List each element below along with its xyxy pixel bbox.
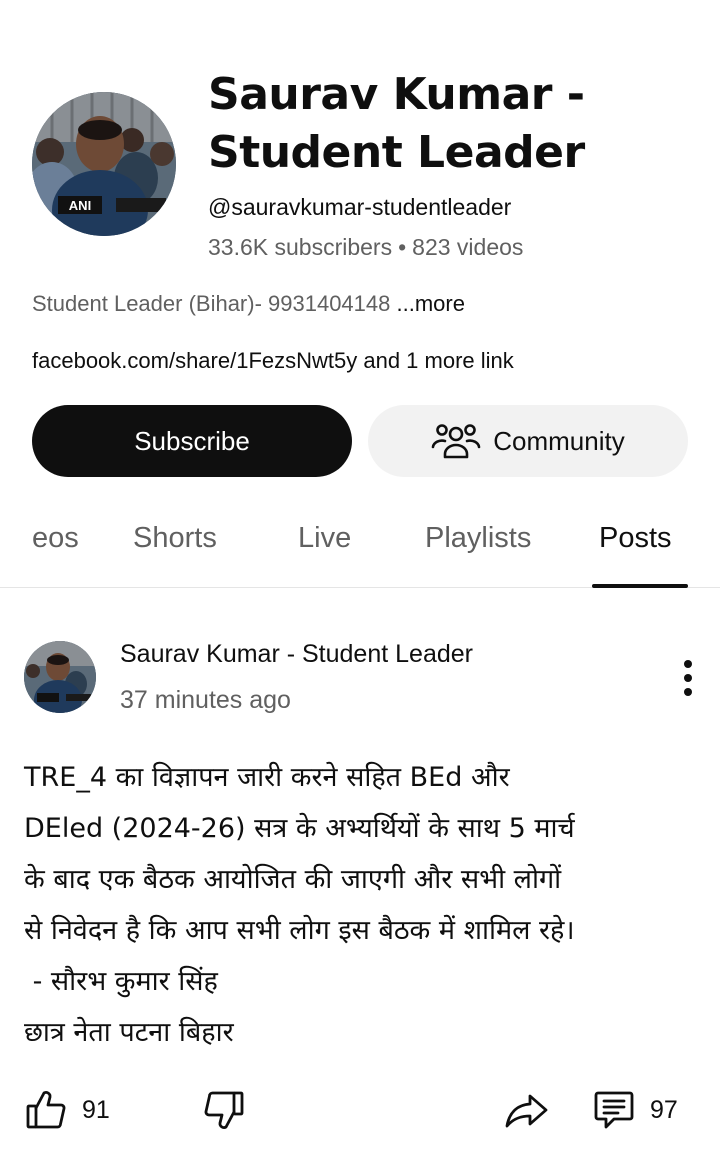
more-vertical-icon[interactable]	[670, 656, 706, 700]
active-tab-indicator	[592, 584, 688, 588]
description-more-link[interactable]: ...more	[396, 291, 464, 316]
community-label: Community	[493, 425, 625, 456]
tab-playlists[interactable]: Playlists	[425, 522, 531, 555]
like-count: 91	[82, 1095, 110, 1124]
comment-icon	[594, 1091, 634, 1129]
dislike-button[interactable]	[202, 1088, 246, 1132]
subscriber-count: 33.6K subscribers	[208, 234, 393, 260]
video-count: 823 videos	[412, 234, 524, 260]
community-button[interactable]: Community	[368, 405, 688, 477]
channel-stats: 33.6K subscribers • 823 videos	[208, 234, 523, 261]
avatar-photo	[24, 641, 96, 713]
post-timestamp: 37 minutes ago	[120, 686, 291, 714]
description-text: Student Leader (Bihar)- 9931404148	[32, 291, 397, 316]
channel-description[interactable]: Student Leader (Bihar)- 9931404148 ...mo…	[32, 291, 465, 317]
post-author-name[interactable]: Saurav Kumar - Student Leader	[120, 640, 473, 669]
channel-title-line2: Student Leader	[208, 127, 585, 178]
subscribe-button[interactable]: Subscribe	[32, 405, 352, 477]
post-author-avatar[interactable]	[24, 641, 96, 713]
channel-avatar[interactable]: ANI	[32, 92, 176, 236]
avatar-photo: ANI	[32, 92, 176, 236]
community-icon	[431, 424, 481, 459]
channel-title-line1: Saurav Kumar -	[208, 69, 585, 120]
channel-tabs: eos Shorts Live Playlists Posts	[0, 510, 720, 588]
status-bar	[0, 0, 720, 6]
tab-videos[interactable]: eos	[32, 522, 79, 555]
channel-title: Saurav Kumar - Student Leader	[208, 66, 688, 182]
share-button[interactable]	[504, 1088, 548, 1132]
thumbs-up-icon	[26, 1091, 66, 1129]
post-actions: 91 97	[0, 1088, 720, 1140]
share-icon	[505, 1094, 548, 1128]
tab-posts[interactable]: Posts	[599, 522, 672, 555]
tab-shorts[interactable]: Shorts	[133, 522, 217, 555]
post-body-text: TRE_4 का विज्ञापन जारी करने सहित BEd और …	[24, 762, 575, 1048]
svg-text:ANI: ANI	[69, 198, 91, 213]
like-button[interactable]: 91	[24, 1088, 110, 1132]
comment-count: 97	[650, 1095, 678, 1124]
comment-button[interactable]: 97	[592, 1088, 678, 1132]
subscribe-label: Subscribe	[134, 425, 250, 456]
channel-handle: @sauravkumar-studentleader	[208, 194, 512, 220]
thumbs-down-icon	[204, 1091, 244, 1129]
stats-separator: •	[398, 234, 407, 260]
tab-live[interactable]: Live	[298, 522, 351, 555]
channel-external-links[interactable]: facebook.com/share/1FezsNwt5y and 1 more…	[32, 348, 514, 374]
